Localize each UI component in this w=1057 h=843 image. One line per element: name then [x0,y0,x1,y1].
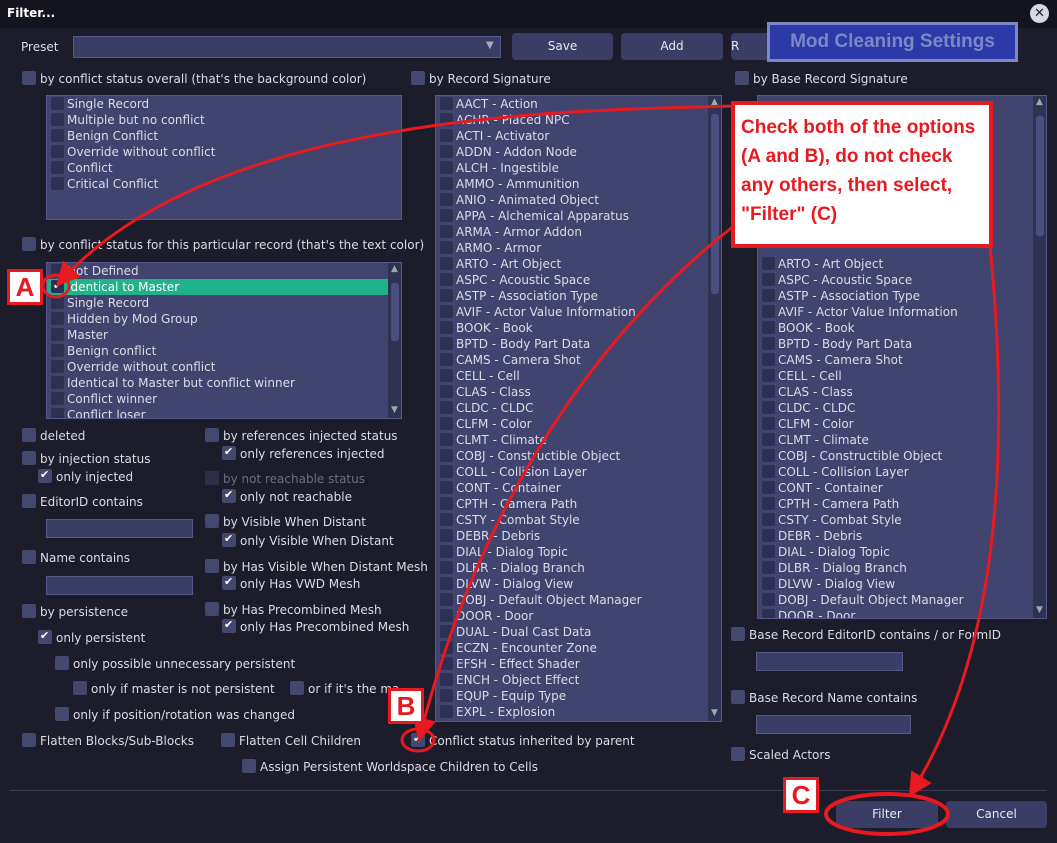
arrow-to-b [412,223,736,742]
marker-c: C [783,777,819,813]
marker-a: A [7,269,43,305]
arrow-to-c [908,244,1001,798]
circle-c [824,792,950,836]
arrow-to-a [55,104,736,287]
circle-a [41,273,71,299]
circle-b [400,727,436,753]
instruction-callout: Check both of the options (A and B), do … [731,101,993,248]
marker-b: B [388,688,424,724]
